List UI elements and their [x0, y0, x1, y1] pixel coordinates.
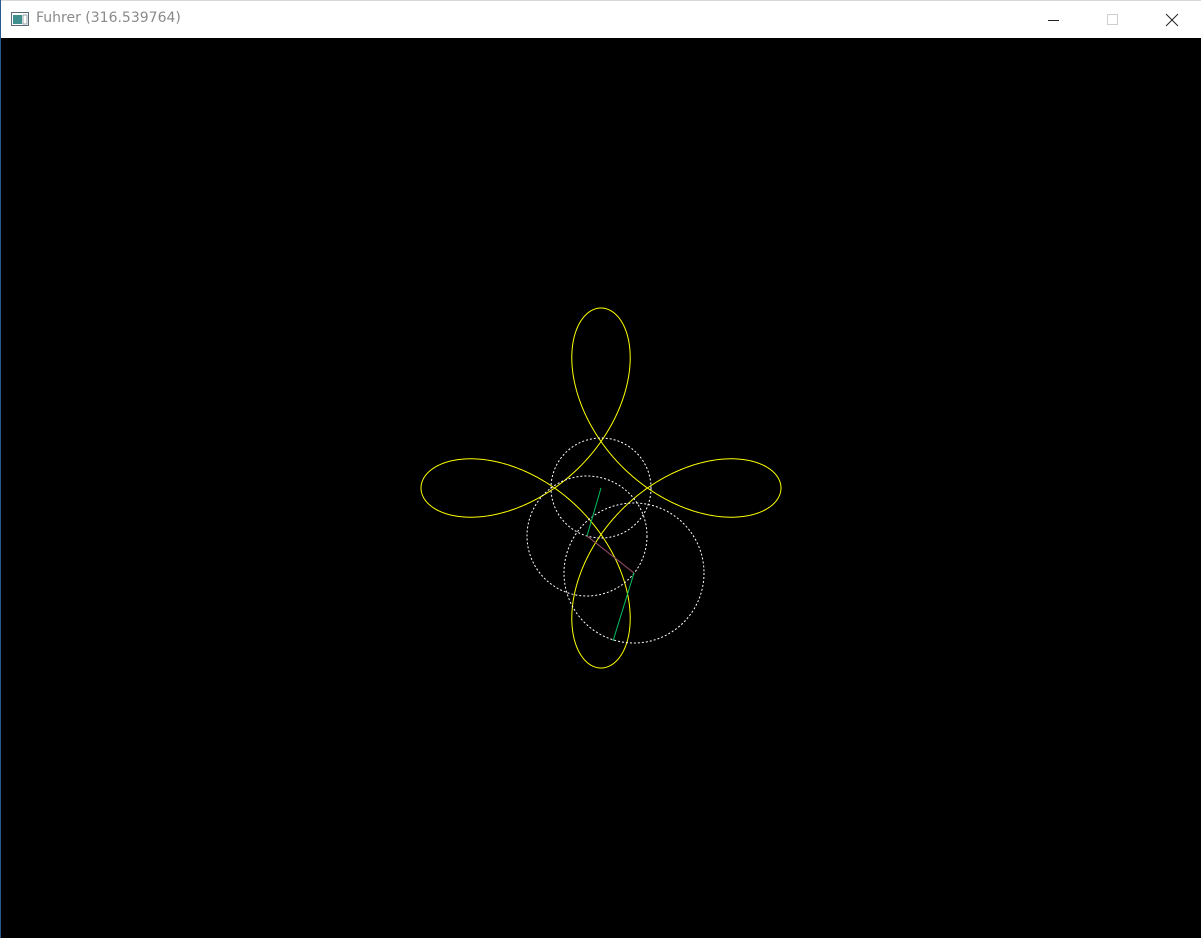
app-icon [11, 12, 29, 26]
minimize-button[interactable] [1025, 1, 1083, 38]
link-line [586, 535, 635, 574]
maximize-icon [1107, 13, 1118, 25]
window-title: Fuhrer (316.539764) [36, 10, 181, 26]
close-button[interactable] [1143, 1, 1201, 38]
close-icon [1165, 13, 1179, 26]
maximize-button[interactable] [1084, 1, 1142, 38]
title-bar[interactable]: Fuhrer (316.539764) [1, 0, 1201, 38]
app-window: Fuhrer (316.539764) [0, 0, 1201, 938]
minimize-icon [1048, 19, 1059, 21]
scene-svg [420, 307, 782, 669]
arm-line-2 [612, 572, 635, 642]
render-canvas[interactable] [1, 38, 1201, 938]
